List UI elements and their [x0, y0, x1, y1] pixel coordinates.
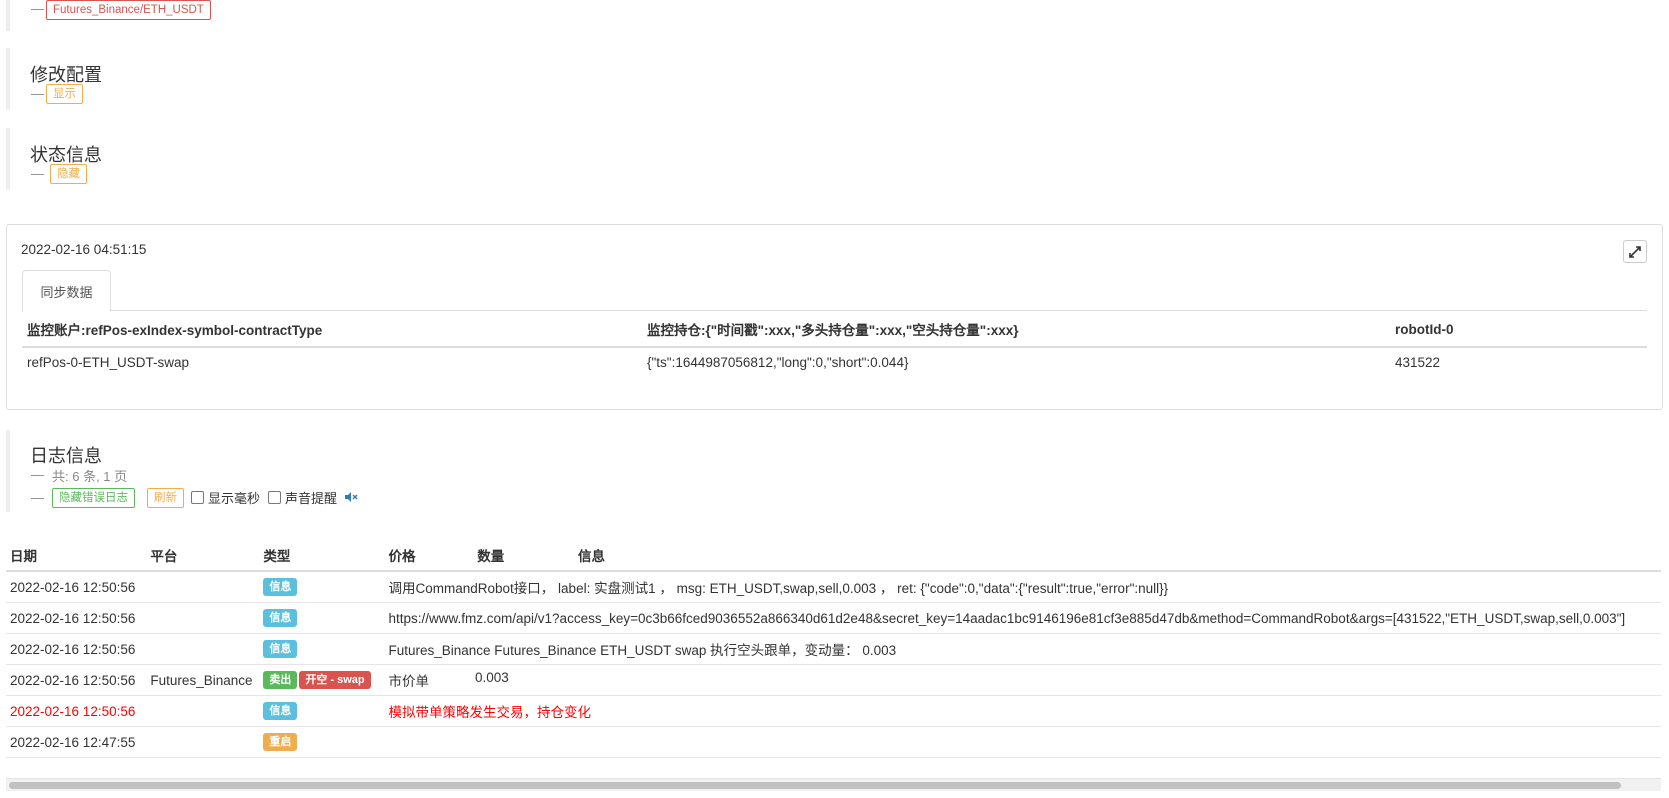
status-info-toggle[interactable]: 隐藏: [50, 164, 87, 184]
log-info-title: 日志信息: [30, 446, 102, 466]
log-message: Futures_Binance Futures_Binance ETH_USDT…: [384, 633, 1661, 665]
status-cell: {"ts":1644987056812,"long":0,"short":0.0…: [647, 355, 909, 370]
log-summary: 共: 6 条, 1 页: [52, 469, 128, 484]
info-label: 信息: [263, 609, 298, 627]
log-col-date: 日期: [6, 539, 147, 572]
log-date: 2022-02-16 12:50:56: [6, 695, 147, 727]
log-platform: Futures_Binance: [146, 664, 260, 696]
dash-marker: —: [31, 467, 44, 482]
status-cell: 431522: [1395, 355, 1441, 370]
log-type: 信息: [259, 633, 385, 665]
speaker-muted-icon[interactable]: [344, 490, 358, 506]
log-info-section: [6, 430, 20, 512]
log-col-info-label: 信息: [578, 549, 606, 564]
log-date: 2022-02-16 12:50:56: [6, 633, 147, 665]
log-col-price-label: 价格: [388, 549, 416, 564]
log-date: 2022-02-16 12:50:56: [6, 602, 147, 634]
sound-alert-label: 声音提醒: [285, 491, 338, 506]
log-platform: [146, 695, 260, 727]
horizontal-scrollbar[interactable]: [6, 778, 1661, 791]
log-date: 2022-02-16 12:50:56: [6, 571, 147, 603]
sound-alert-checkbox[interactable]: 声音提醒: [268, 488, 337, 507]
status-col-account: 监控账户:refPos-exIndex-symbol-contractType: [22, 310, 642, 348]
dash-marker: —: [31, 490, 44, 505]
table-row: 2022-02-16 12:50:56 信息 https://www.fmz.c…: [6, 602, 1661, 634]
dash-marker: —: [31, 86, 44, 101]
log-platform: [146, 602, 260, 634]
tab-sync-data[interactable]: 同步数据: [22, 270, 111, 312]
symbol-section: [6, 0, 20, 31]
modify-config-toggle[interactable]: 显示: [46, 84, 83, 104]
log-message: 模拟带单策略发生交易，持仓变化: [384, 695, 1661, 727]
sell-label: 卖出: [263, 671, 298, 689]
status-cell: refPos-0-ETH_USDT-swap: [27, 355, 190, 370]
log-col-price: 价格 数量 信息: [384, 539, 1661, 572]
modify-config-section: [6, 48, 20, 110]
table-row: 2022-02-16 12:50:56 信息 模拟带单策略发生交易，持仓变化: [6, 695, 1661, 727]
expand-button[interactable]: [1623, 240, 1647, 263]
log-message: https://www.fmz.com/api/v1?access_key=0c…: [384, 602, 1661, 634]
symbol-tag[interactable]: Futures_Binance/ETH_USDT: [46, 0, 211, 20]
log-message: 调用CommandRobot接口， label: 实盘测试1 ， msg: ET…: [384, 571, 1661, 603]
dash-marker: —: [31, 1, 44, 16]
log-table: 日期 平台 类型 价格 数量 信息 2022-02-16 12:50:56 信息…: [6, 539, 1661, 758]
table-row: refPos-0-ETH_USDT-swap {"ts":16449870568…: [22, 347, 1647, 378]
info-label: 信息: [263, 702, 298, 720]
table-row: 2022-02-16 12:50:56 信息 Futures_Binance F…: [6, 633, 1661, 665]
log-date: 2022-02-16 12:47:55: [6, 726, 147, 758]
status-panel: 2022-02-16 04:51:15 同步数据 监控账户:refPos-exI…: [6, 224, 1663, 410]
info-label: 信息: [263, 578, 298, 596]
refresh-button[interactable]: 刷新: [147, 488, 184, 508]
status-col-position: 监控持仓:{"时间戳":xxx,"多头持仓量":xxx,"空头持仓量":xxx}: [642, 310, 1390, 348]
show-ms-checkbox[interactable]: 显示毫秒: [191, 488, 260, 507]
restart-label: 重启: [263, 733, 298, 751]
show-ms-label: 显示毫秒: [208, 491, 261, 506]
info-label: 信息: [263, 640, 298, 658]
status-timestamp: 2022-02-16 04:51:15: [21, 242, 147, 257]
log-platform: [146, 571, 260, 603]
log-col-type: 类型: [259, 539, 385, 572]
checkbox-box[interactable]: [191, 491, 204, 504]
table-row: 2022-02-16 12:47:55 重启: [6, 726, 1661, 758]
log-message: [384, 726, 1661, 758]
log-amount: 0.003: [475, 670, 509, 685]
status-tabbar: 同步数据: [22, 270, 1647, 312]
status-col-robotid: robotId-0: [1390, 310, 1647, 348]
log-date: 2022-02-16 12:50:56: [6, 664, 147, 696]
log-type: 信息: [259, 602, 385, 634]
log-type: 卖出 开空 - swap: [259, 664, 385, 696]
table-row: 2022-02-16 12:50:56 信息 调用CommandRobot接口，…: [6, 571, 1661, 603]
log-platform: [146, 633, 260, 665]
log-price: 市价单: [388, 674, 430, 689]
checkbox-box[interactable]: [268, 491, 281, 504]
scrollbar-thumb[interactable]: [9, 782, 1621, 789]
status-info-section: [6, 128, 20, 190]
log-type: 重启: [259, 726, 385, 758]
status-table: 监控账户:refPos-exIndex-symbol-contractType …: [22, 310, 1647, 378]
hide-error-log-button[interactable]: 隐藏错误日志: [52, 488, 135, 508]
log-type: 信息: [259, 695, 385, 727]
log-message: 市价单 0.003: [384, 664, 1661, 696]
log-col-platform: 平台: [146, 539, 260, 572]
expand-icon: [1629, 245, 1641, 258]
table-row: 2022-02-16 12:50:56 Futures_Binance 卖出 开空…: [6, 664, 1661, 696]
open-short-label: 开空 - swap: [299, 671, 371, 689]
log-type: 信息: [259, 571, 385, 603]
log-platform: [146, 726, 260, 758]
log-col-amount-label: 数量: [477, 549, 505, 564]
dash-marker: —: [31, 166, 44, 181]
